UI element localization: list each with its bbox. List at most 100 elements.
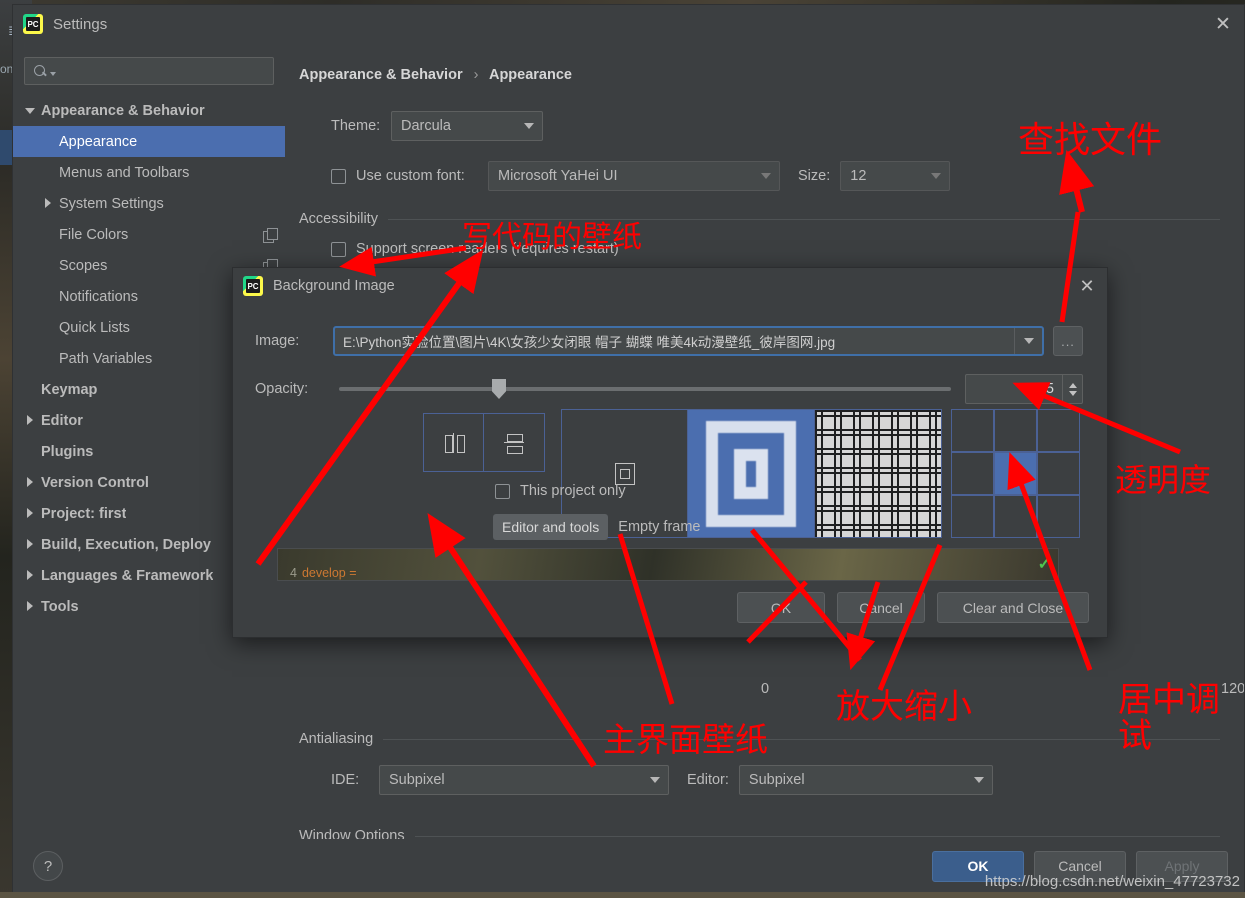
support-screen-readers-checkbox[interactable] xyxy=(331,241,346,257)
flip-vertical-button[interactable] xyxy=(484,413,545,472)
this-project-only-label: This project only xyxy=(520,483,626,499)
sidebar-item-label: Scopes xyxy=(59,257,108,274)
fill-scale-button[interactable] xyxy=(688,409,815,538)
mirror-horizontal-button[interactable] xyxy=(423,413,484,472)
image-label: Image: xyxy=(255,333,300,349)
anchor-position-grid[interactable] xyxy=(951,409,1080,538)
bg-clear-and-close-button[interactable]: Clear and Close xyxy=(937,592,1089,623)
background-image-titlebar: Background Image ✕ xyxy=(233,268,1107,304)
opacity-stepper[interactable]: 25 xyxy=(965,374,1083,404)
use-custom-font-checkbox[interactable] xyxy=(331,168,346,184)
chevron-down-icon xyxy=(923,162,949,190)
anchor-cell-5[interactable] xyxy=(1037,452,1080,495)
empty-frame-label[interactable]: Empty frame xyxy=(618,519,700,535)
sidebar-item-label: Languages & Framework xyxy=(41,567,214,584)
bg-ok-button[interactable]: OK xyxy=(737,592,825,623)
use-custom-font-label: Use custom font: xyxy=(356,168,465,184)
anchor-cell-3[interactable] xyxy=(951,452,994,495)
sidebar-item-appearance-behavior[interactable]: Appearance & Behavior xyxy=(13,95,285,126)
chevron-down-icon xyxy=(966,766,992,794)
font-size-label: Size: xyxy=(798,168,831,184)
section-divider xyxy=(387,218,1220,220)
fill-tile-button[interactable] xyxy=(815,409,942,538)
this-project-only-checkbox[interactable] xyxy=(495,483,510,499)
anchor-cell-1[interactable] xyxy=(994,409,1037,452)
opacity-slider[interactable] xyxy=(339,379,951,399)
anchor-cell-4[interactable] xyxy=(994,452,1037,495)
editor-and-tools-button[interactable]: Editor and tools xyxy=(493,514,609,540)
search-input[interactable] xyxy=(56,62,265,80)
preview-code-line: 4 develop = xyxy=(290,566,357,580)
stepper-down-icon[interactable] xyxy=(1068,390,1077,396)
opacity-row: Opacity: 25 xyxy=(233,374,1107,404)
sidebar-item-label: Keymap xyxy=(41,381,98,398)
background-preview-strip: 4 develop = ✓ xyxy=(277,548,1059,581)
flip-vertical-icon xyxy=(503,432,525,454)
ide-antialiasing-label: IDE: xyxy=(331,772,360,788)
mirror-horizontal-icon xyxy=(443,432,465,454)
anchor-cell-7[interactable] xyxy=(994,495,1037,538)
pycharm-logo-icon xyxy=(23,14,43,34)
anchor-cell-6[interactable] xyxy=(951,495,994,538)
browse-file-button[interactable]: ... xyxy=(1053,326,1083,356)
sidebar-item-label: System Settings xyxy=(59,195,164,212)
sidebar-item-label: Project: first xyxy=(41,505,127,522)
pycharm-logo-icon xyxy=(243,276,263,296)
checkmark-icon: ✓ xyxy=(1037,556,1051,573)
search-box[interactable] xyxy=(24,57,274,85)
screen-readers-row: Support screen readers (requires restart… xyxy=(331,241,1220,257)
theme-select[interactable]: Darcula xyxy=(391,111,543,141)
background-dialog-buttons: OK Cancel Clear and Close xyxy=(737,592,1089,623)
antialiasing-section-label: Antialiasing xyxy=(299,731,374,747)
image-path-combo[interactable]: E:\Python实验位置\图片\4K\女孩少女闭眼 帽子 蝴蝶 唯美4k动漫壁… xyxy=(333,326,1044,356)
this-project-only-row: This project only xyxy=(495,483,626,499)
help-button[interactable]: ? xyxy=(33,851,63,881)
anchor-cell-8[interactable] xyxy=(1037,495,1080,538)
close-icon[interactable]: ✕ xyxy=(1210,11,1236,37)
section-divider xyxy=(414,835,1220,837)
chevron-down-icon[interactable] xyxy=(1014,328,1042,354)
desktop-bottom-edge xyxy=(0,892,1245,898)
theme-row: Theme: Darcula xyxy=(331,111,1220,141)
stepper-arrows[interactable] xyxy=(1062,375,1082,403)
sidebar-item-menus-and-toolbars[interactable]: Menus and Toolbars xyxy=(13,157,285,188)
anchor-cell-2[interactable] xyxy=(1037,409,1080,452)
sidebar-item-system-settings[interactable]: System Settings xyxy=(13,188,285,219)
opacity-label: Opacity: xyxy=(255,381,309,397)
background-image-dialog: Background Image ✕ Image: E:\Python实验位置\… xyxy=(232,267,1108,638)
editor-antialiasing-label: Editor: xyxy=(687,772,729,788)
slider-min-label: 0 xyxy=(761,681,770,697)
chevron-down-icon xyxy=(642,766,668,794)
font-size-select[interactable]: 12 xyxy=(840,161,951,191)
chevron-down-icon xyxy=(516,112,542,140)
sidebar-item-label: Plugins xyxy=(41,443,94,460)
breadcrumb-parent[interactable]: Appearance & Behavior xyxy=(299,67,463,83)
sidebar-item-label: Build, Execution, Deploy xyxy=(41,536,211,553)
support-screen-readers-label: Support screen readers (requires restart… xyxy=(356,241,619,257)
preview-code-text: develop = xyxy=(301,566,357,580)
sidebar-item-appearance[interactable]: Appearance xyxy=(13,126,285,157)
scope-row: Editor and tools Empty frame xyxy=(493,514,700,540)
sidebar-item-label: Path Variables xyxy=(59,350,153,367)
opacity-slider-thumb[interactable] xyxy=(492,379,506,399)
image-path-row: Image: E:\Python实验位置\图片\4K\女孩少女闭眼 帽子 蝴蝶 … xyxy=(233,326,1107,356)
font-size-value: 12 xyxy=(850,168,867,184)
sidebar-item-label: Notifications xyxy=(59,288,138,305)
accessibility-section: Accessibility xyxy=(299,211,1220,227)
opacity-value: 25 xyxy=(1037,381,1054,397)
editor-antialiasing-value: Subpixel xyxy=(748,772,805,788)
close-icon[interactable]: ✕ xyxy=(1075,274,1099,298)
ide-antialiasing-select[interactable]: Subpixel xyxy=(379,765,669,795)
ide-antialiasing-value: Subpixel xyxy=(389,772,445,788)
sidebar-item-file-colors[interactable]: File Colors xyxy=(13,219,285,250)
window-options-section-label: Window Options xyxy=(299,828,405,839)
sidebar-item-label: Tools xyxy=(41,598,79,615)
sidebar-item-label: Editor xyxy=(41,412,83,429)
stepper-up-icon[interactable] xyxy=(1068,382,1077,388)
custom-font-select[interactable]: Microsoft YaHei UI xyxy=(488,161,780,191)
editor-antialiasing-select[interactable]: Subpixel xyxy=(738,765,993,795)
sidebar-item-label: Quick Lists xyxy=(59,319,130,336)
sidebar-item-label: Appearance xyxy=(59,133,138,150)
anchor-cell-0[interactable] xyxy=(951,409,994,452)
bg-cancel-button[interactable]: Cancel xyxy=(837,592,925,623)
